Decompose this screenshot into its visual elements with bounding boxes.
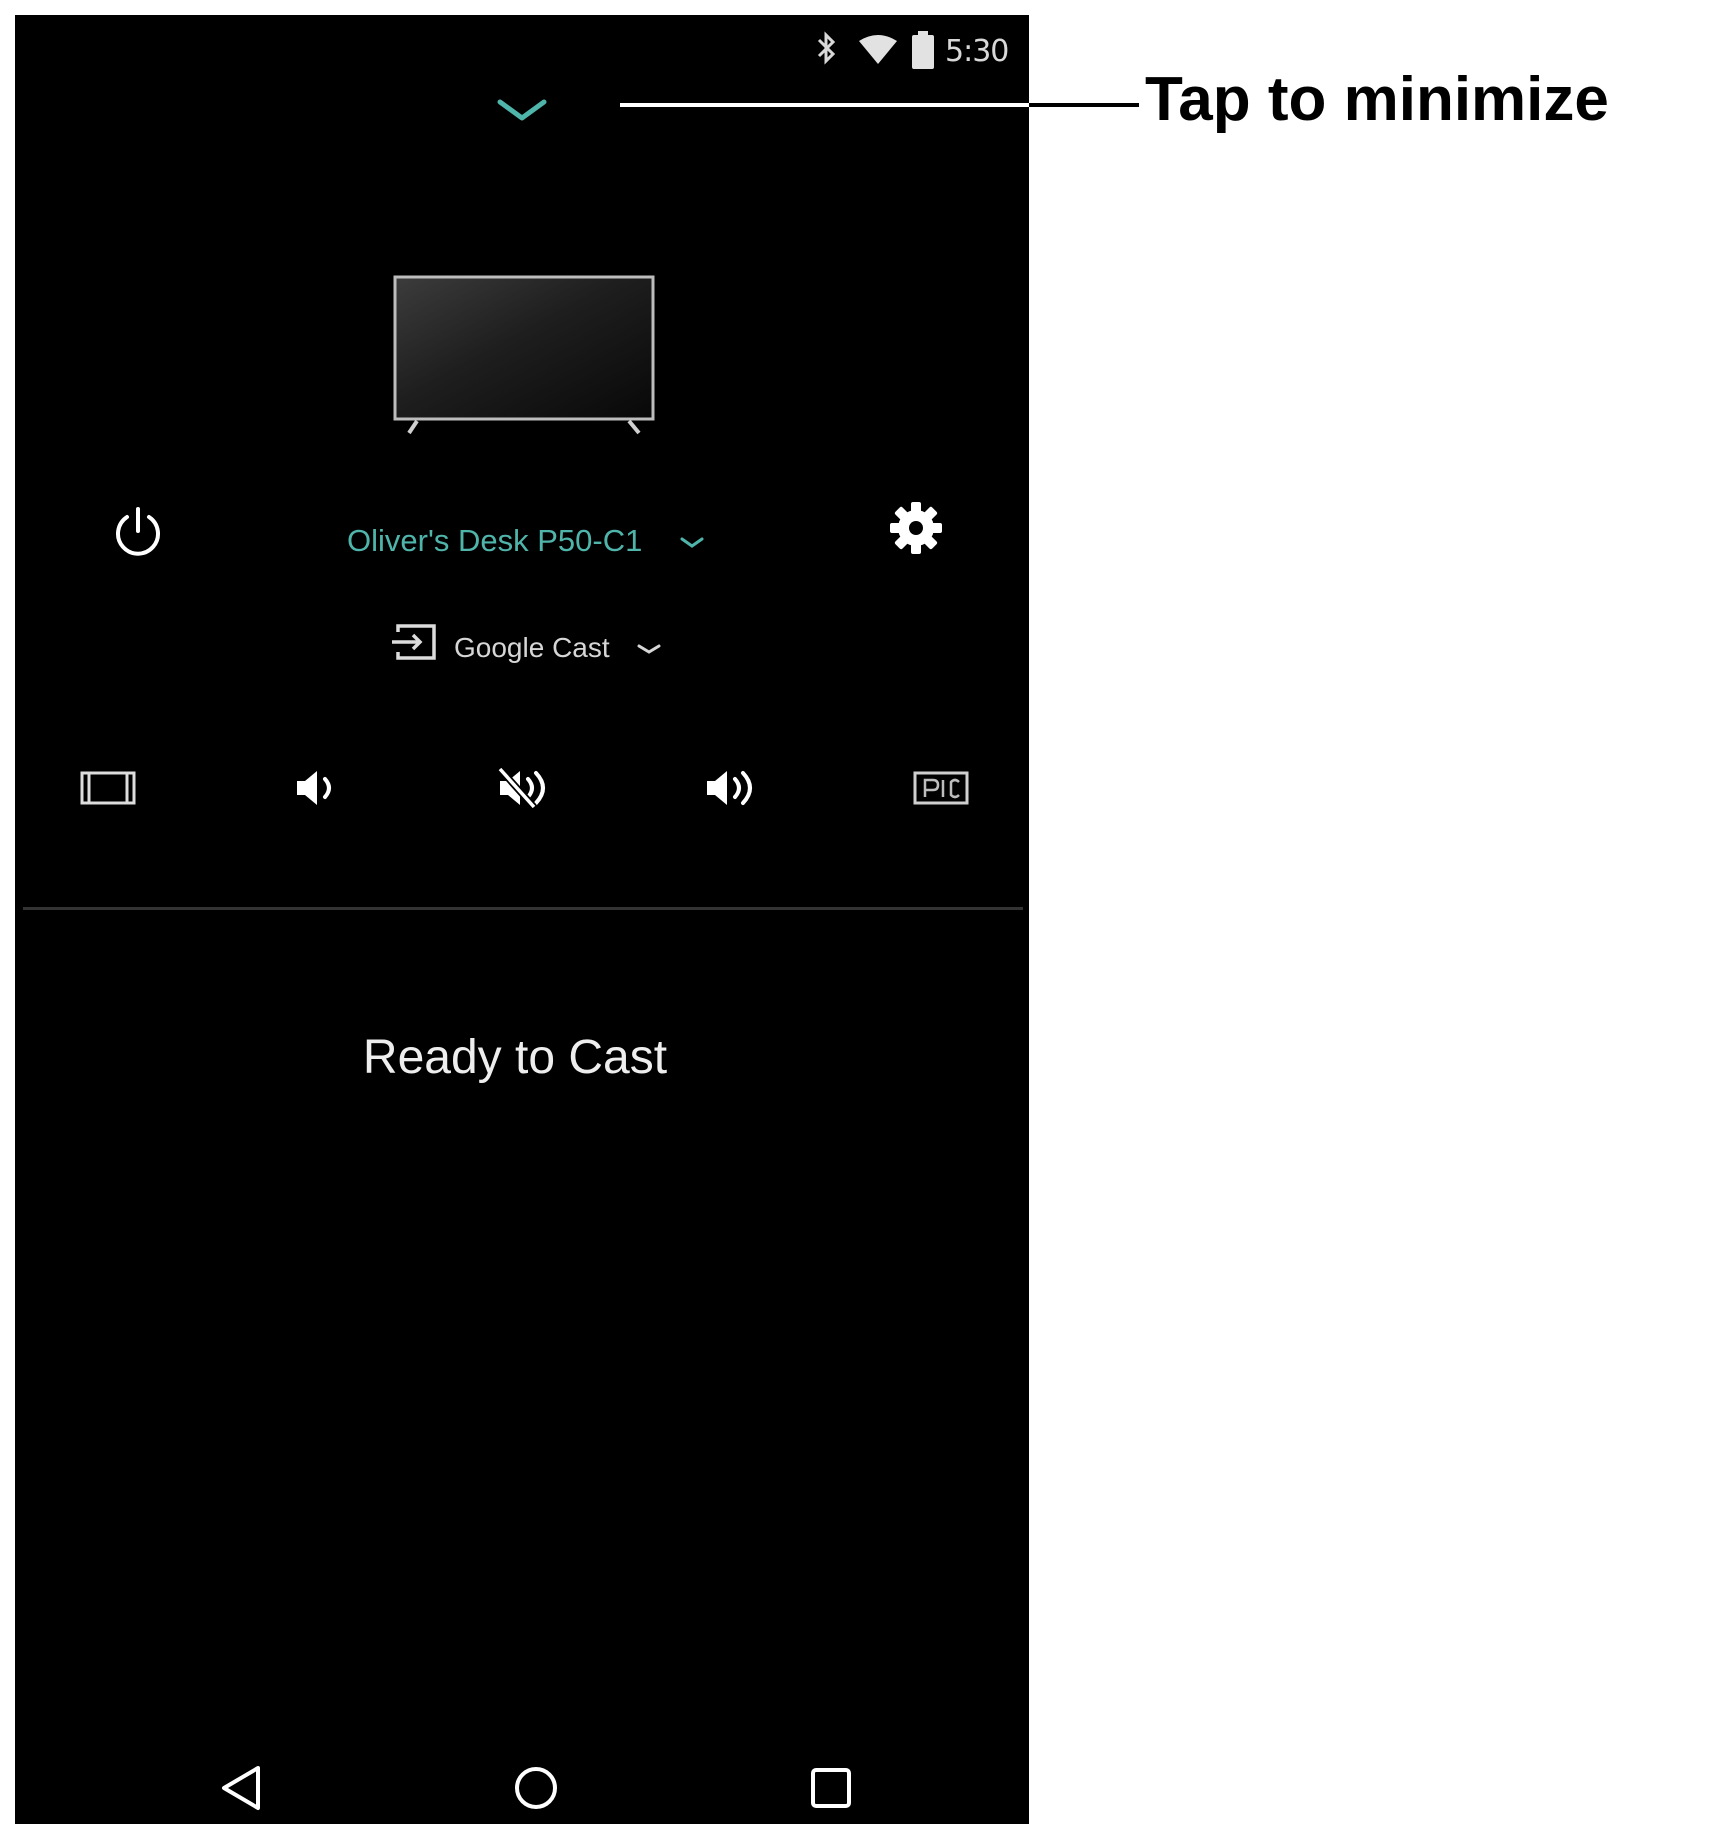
- input-icon[interactable]: [390, 622, 438, 666]
- callout-connector-line-outer: [1029, 103, 1139, 107]
- volume-down-icon[interactable]: [293, 765, 343, 815]
- picture-mode-icon[interactable]: [913, 770, 969, 810]
- input-chevron-down-icon[interactable]: [636, 642, 662, 662]
- back-icon[interactable]: [218, 1763, 264, 1817]
- callout-label: Tap to minimize: [1145, 65, 1609, 134]
- divider: [23, 907, 1023, 910]
- tv-image: [393, 275, 657, 449]
- recents-icon[interactable]: [810, 1767, 852, 1813]
- home-icon[interactable]: [513, 1765, 559, 1815]
- aspect-ratio-icon[interactable]: [80, 770, 136, 810]
- power-icon[interactable]: [110, 503, 166, 563]
- status-bar: 5:30: [15, 15, 1029, 85]
- cast-status-text: Ready to Cast: [362, 1031, 668, 1084]
- volume-up-icon[interactable]: [703, 765, 763, 815]
- minimize-chevron-icon[interactable]: [495, 95, 549, 129]
- gear-icon[interactable]: [888, 500, 944, 560]
- input-source-dropdown[interactable]: Google Cast: [454, 632, 610, 664]
- device-chevron-down-icon[interactable]: [679, 535, 705, 555]
- device-name-dropdown[interactable]: Oliver's Desk P50-C1: [347, 523, 642, 559]
- status-time: 5:30: [945, 34, 1009, 69]
- battery-icon: [912, 31, 934, 73]
- phone-screen: 5:30 Oliver's Desk P50-C1 Google Cast Re…: [15, 15, 1029, 1824]
- mute-icon[interactable]: [496, 765, 556, 815]
- wifi-icon: [858, 35, 898, 69]
- bluetooth-icon: [815, 30, 839, 70]
- callout-connector-line-inner: [620, 103, 1029, 107]
